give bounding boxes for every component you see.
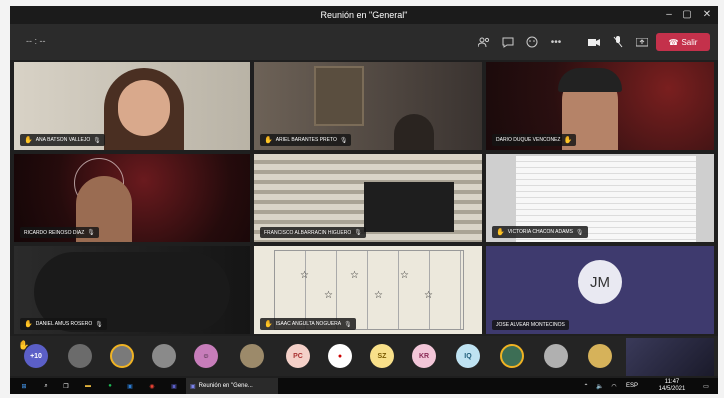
participant-name-tag: ✋ ARIEL BARANTES PRETO 🎙 bbox=[260, 134, 352, 146]
raised-hand-icon: ✋ bbox=[563, 137, 573, 144]
tray-avatar[interactable]: ☺ bbox=[194, 344, 218, 368]
participant-name-tag: ✋ DANIEL AMUS ROSERO 🎙 bbox=[20, 318, 107, 330]
language-indicator[interactable]: ESP bbox=[626, 383, 638, 389]
volume-icon[interactable]: 🔈 bbox=[594, 380, 606, 392]
mic-icon: 🎙 bbox=[87, 230, 95, 236]
tray-avatar[interactable] bbox=[110, 344, 134, 368]
teams-icon: ▣ bbox=[190, 383, 196, 390]
share-screen-icon[interactable] bbox=[634, 34, 650, 50]
laptop-screen bbox=[364, 182, 454, 232]
taskbar-teams-window[interactable]: ▣ Reunión en "Gene... bbox=[186, 378, 278, 394]
video-tile[interactable]: ✋ ARIEL BARANTES PRETO 🎙 bbox=[254, 62, 482, 150]
spotify-icon[interactable]: ● bbox=[104, 380, 116, 392]
mic-icon: 🎙 bbox=[95, 321, 103, 328]
windows-start-icon[interactable]: ⊞ bbox=[18, 380, 30, 392]
star-icon: ☆ bbox=[300, 270, 309, 281]
leave-label: Salir bbox=[681, 37, 698, 47]
reactions-icon[interactable] bbox=[524, 34, 540, 50]
clock[interactable]: 11:47 14/5/2021 bbox=[652, 379, 692, 393]
tray-avatar[interactable]: IQ bbox=[456, 344, 480, 368]
wifi-icon[interactable]: ◠ bbox=[608, 380, 620, 392]
tray-avatar[interactable] bbox=[240, 344, 264, 368]
title-bar: Reunión en "General" – ▢ ✕ bbox=[10, 6, 718, 24]
tray-avatar[interactable]: KR bbox=[412, 344, 436, 368]
participant-video bbox=[394, 114, 434, 150]
participant-name-tag: JOSE ALVEAR MONTECINOS bbox=[492, 320, 569, 330]
window-title: Reunión en "General" bbox=[320, 10, 408, 20]
video-tile[interactable]: ✋ VICTORIA CHACON ADAMS 🎙 bbox=[486, 154, 714, 242]
raised-hand-icon: ✋ bbox=[24, 137, 33, 144]
phone-hangup-icon: ☎ bbox=[668, 37, 679, 47]
teams-icon[interactable]: ▣ bbox=[168, 380, 180, 392]
mic-icon: 🎙 bbox=[575, 229, 584, 236]
tray-avatar[interactable] bbox=[500, 344, 524, 368]
search-icon[interactable]: ⌕ bbox=[40, 380, 52, 392]
tray-chevron-icon[interactable]: ⌃ bbox=[580, 380, 592, 392]
star-icon: ☆ bbox=[350, 270, 359, 281]
clock-date: 14/5/2021 bbox=[658, 386, 686, 392]
star-icon: ☆ bbox=[374, 290, 383, 301]
teams-window: Reunión en "General" – ▢ ✕ -- : -- ••• ☎… bbox=[10, 6, 718, 394]
tray-avatar[interactable]: PC bbox=[286, 344, 310, 368]
participant-name-tag: ✋ ANA BATSON VALLEJO 🎙 bbox=[20, 134, 105, 146]
mic-icon: 🎙 bbox=[339, 137, 348, 144]
video-tile[interactable]: DARIO DUQUE VENCONEZ ✋ bbox=[486, 62, 714, 150]
participants-icon[interactable] bbox=[476, 34, 492, 50]
meeting-timer: -- : -- bbox=[26, 36, 46, 46]
tray-avatar[interactable]: SZ bbox=[370, 344, 394, 368]
participant-name-tag: ✋ ISAAC ANGULTA NOGUERA 🎙 bbox=[260, 318, 356, 330]
participant-name-tag: RICARDO REINOSO DIAZ 🎙 bbox=[20, 227, 99, 238]
more-actions-icon[interactable]: ••• bbox=[548, 34, 564, 50]
video-tile[interactable]: ✋ ANA BATSON VALLEJO 🎙 bbox=[14, 62, 250, 150]
participant-tray: +10 ✋ ☺ PC ● SZ KR IQ bbox=[10, 336, 718, 376]
leave-button[interactable]: ☎ Salir bbox=[656, 33, 710, 51]
word-icon[interactable]: ▣ bbox=[124, 380, 136, 392]
video-tile[interactable]: FRANCISCO ALBARRACIN HIGUERO 🎙 bbox=[254, 154, 482, 242]
video-tile[interactable]: RICARDO REINOSO DIAZ 🎙 bbox=[14, 154, 250, 242]
raised-hand-icon: ✋ bbox=[24, 321, 33, 328]
self-view-video bbox=[626, 338, 714, 376]
file-explorer-icon[interactable]: ▬ bbox=[82, 380, 94, 392]
mic-icon: 🎙 bbox=[354, 230, 362, 236]
star-icon: ☆ bbox=[400, 270, 409, 281]
participant-name-tag: FRANCISCO ALBARRACIN HIGUERO 🎙 bbox=[260, 227, 366, 238]
task-view-icon[interactable]: ❐ bbox=[60, 380, 72, 392]
meeting-toolbar: -- : -- ••• ☎ Salir bbox=[10, 24, 718, 60]
tray-avatar[interactable] bbox=[544, 344, 568, 368]
video-grid: ✋ ANA BATSON VALLEJO 🎙 ✋ ARIEL BARANTES PRE… bbox=[14, 62, 714, 334]
video-tile[interactable]: ✋ DANIEL AMUS ROSERO 🎙 bbox=[14, 246, 250, 334]
mic-icon: 🎙 bbox=[344, 321, 352, 328]
raised-hand-icon: ✋ bbox=[264, 137, 273, 144]
minimize-icon[interactable]: – bbox=[660, 8, 678, 22]
notifications-icon[interactable]: ▭ bbox=[700, 380, 712, 392]
chrome-icon[interactable]: ◉ bbox=[146, 380, 158, 392]
clock-time: 11:47 bbox=[664, 379, 680, 385]
tray-avatar[interactable] bbox=[588, 344, 612, 368]
tray-avatar[interactable]: ● bbox=[328, 344, 352, 368]
tray-avatar[interactable] bbox=[152, 344, 176, 368]
maximize-icon[interactable]: ▢ bbox=[678, 8, 696, 22]
raised-hand-icon: ✋ bbox=[18, 340, 30, 350]
participant-face bbox=[118, 80, 170, 136]
star-icon: ☆ bbox=[324, 290, 333, 301]
windows-taskbar: ⊞ ⌕ ❐ ▬ ● ▣ ◉ ▣ ▣ Reunión en "Gene... ⌃ … bbox=[10, 378, 718, 394]
taskbar-app-label: Reunión en "Gene... bbox=[198, 383, 253, 389]
raised-hand-icon: ✋ bbox=[496, 229, 505, 236]
close-icon[interactable]: ✕ bbox=[698, 8, 716, 22]
raised-hand-icon: ✋ bbox=[264, 321, 273, 328]
mic-icon: 🎙 bbox=[93, 137, 101, 144]
participant-name-tag: DARIO DUQUE VENCONEZ ✋ bbox=[492, 134, 577, 146]
tray-avatar[interactable] bbox=[68, 344, 92, 368]
participant-initials-avatar: JM bbox=[578, 260, 622, 304]
video-tile[interactable]: ☆ ☆ ☆ ☆ ☆ ☆ ✋ ISAAC ANGULTA NOGUERA 🎙 bbox=[254, 246, 482, 334]
chat-icon[interactable] bbox=[500, 34, 516, 50]
camera-icon[interactable] bbox=[586, 34, 602, 50]
participant-name-tag: ✋ VICTORIA CHACON ADAMS 🎙 bbox=[492, 226, 588, 238]
star-icon: ☆ bbox=[424, 290, 433, 301]
bookshelf bbox=[314, 66, 364, 126]
mic-muted-icon[interactable] bbox=[610, 34, 626, 50]
video-tile[interactable]: JM JOSE ALVEAR MONTECINOS bbox=[486, 246, 714, 334]
participant-hair bbox=[558, 68, 622, 92]
